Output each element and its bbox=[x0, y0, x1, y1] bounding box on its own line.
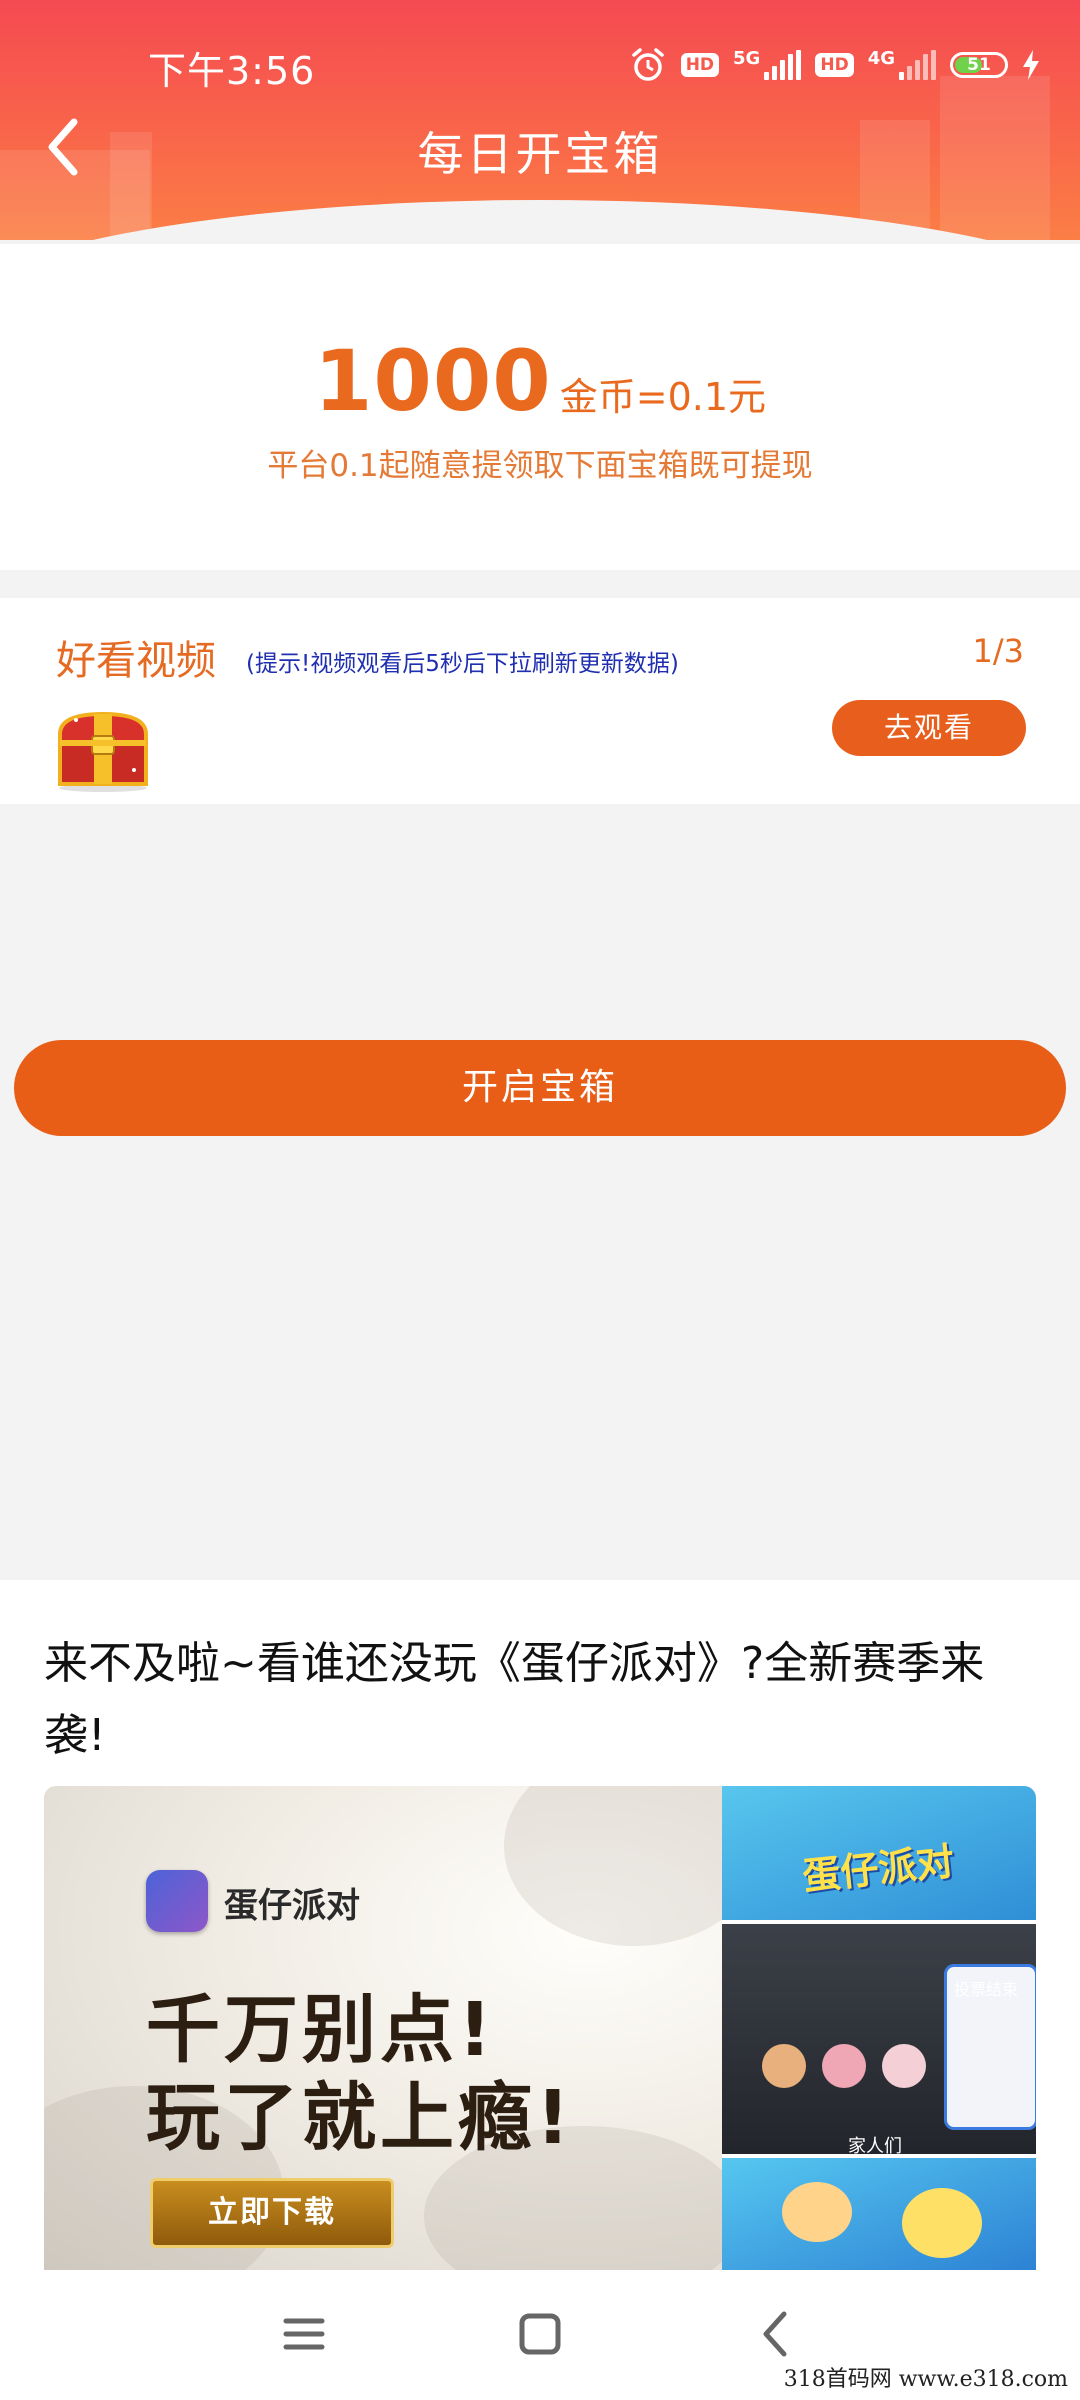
header-bar: 下午3:56 HD 5G HD 4G 51 每日开宝箱 bbox=[0, 0, 1080, 240]
hd-badge: HD bbox=[815, 53, 854, 77]
game-screenshot-1: 蛋仔派对 bbox=[722, 1786, 1036, 1920]
network-type-label: 5G bbox=[733, 48, 761, 69]
app-screen: 下午3:56 HD 5G HD 4G 51 每日开宝箱 1000 金币=0.1元… bbox=[0, 0, 1080, 2400]
character-avatar bbox=[782, 2182, 852, 2242]
home-square-icon[interactable] bbox=[510, 2304, 570, 2364]
signal-4g-icon: 4G bbox=[868, 50, 936, 80]
coin-amount: 1000 bbox=[313, 332, 552, 430]
character-avatar bbox=[822, 2044, 866, 2088]
task-hint: (提示!视频观看后5秒后下拉刷新更新数据) bbox=[246, 651, 679, 677]
ad-banner-image[interactable]: 蛋仔派对 千万别点! 玩了就上瘾! 立即下载 蛋仔派对 投票结束 家人们 bbox=[44, 1786, 1036, 2270]
coin-info-card: 1000 金币=0.1元 平台0.1起随意提领取下面宝箱既可提现 bbox=[0, 244, 1080, 570]
task-title: 好看视频 bbox=[56, 638, 216, 684]
watch-video-button[interactable]: 去观看 bbox=[832, 700, 1026, 756]
character-avatar bbox=[882, 2044, 926, 2088]
ad-slogan-line2: 玩了就上瘾! bbox=[146, 2075, 574, 2161]
network-type-label: 4G bbox=[867, 48, 895, 69]
alarm-icon bbox=[631, 48, 664, 81]
game-screenshot-2: 投票结束 家人们 bbox=[722, 1924, 1036, 2157]
treasure-chest-icon bbox=[58, 711, 148, 792]
character-avatar bbox=[762, 2044, 806, 2088]
page-title: 每日开宝箱 bbox=[417, 127, 663, 181]
battery-icon: 51 bbox=[950, 52, 1008, 78]
site-watermark: 318首码网 www.e318.com bbox=[775, 2360, 1076, 2400]
character-avatar bbox=[902, 2188, 982, 2258]
status-time: 下午3:56 bbox=[148, 49, 316, 93]
menu-icon[interactable] bbox=[274, 2304, 334, 2364]
game-logo-icon bbox=[146, 1870, 208, 1932]
vote-label: 投票结束 bbox=[954, 1980, 1019, 1999]
hd-badge: HD bbox=[680, 53, 720, 77]
coin-rate: 金币=0.1元 bbox=[559, 375, 767, 419]
signal-5g-icon: 5G bbox=[733, 48, 802, 80]
status-icons: HD 5G HD 4G 51 bbox=[629, 44, 1040, 86]
task-progress: 1/3 bbox=[972, 632, 1025, 670]
game-title-art: 蛋仔派对 bbox=[800, 1839, 957, 1899]
ad-headline[interactable]: 来不及啦~看谁还没玩《蛋仔派对》?全新赛季来袭! bbox=[44, 1628, 1044, 1772]
video-task-card: 好看视频 (提示!视频观看后5秒后下拉刷新更新数据) 1/3 去观看 bbox=[0, 598, 1080, 804]
panel-caption: 家人们 bbox=[848, 2136, 902, 2157]
ad-banner-left: 蛋仔派对 千万别点! 玩了就上瘾! 立即下载 bbox=[44, 1786, 764, 2270]
ad-section[interactable]: 来不及啦~看谁还没玩《蛋仔派对》?全新赛季来袭! 蛋仔派对 千万别点! 玩了就上… bbox=[0, 1580, 1080, 2270]
battery-level: 51 bbox=[967, 55, 991, 75]
game-screenshot-3 bbox=[722, 2158, 1036, 2270]
back-arrow-icon[interactable] bbox=[746, 2304, 806, 2364]
charging-bolt-icon bbox=[1023, 50, 1039, 80]
withdraw-tip: 平台0.1起随意提领取下面宝箱既可提现 bbox=[267, 448, 813, 484]
download-button[interactable]: 立即下载 bbox=[150, 2178, 394, 2248]
game-name: 蛋仔派对 bbox=[224, 1886, 360, 1926]
ad-banner-screenshots: 蛋仔派对 投票结束 家人们 bbox=[722, 1786, 1036, 2270]
coin-rate-line: 1000 金币=0.1元 bbox=[0, 332, 1080, 430]
open-chest-button[interactable]: 开启宝箱 bbox=[14, 1040, 1066, 1136]
